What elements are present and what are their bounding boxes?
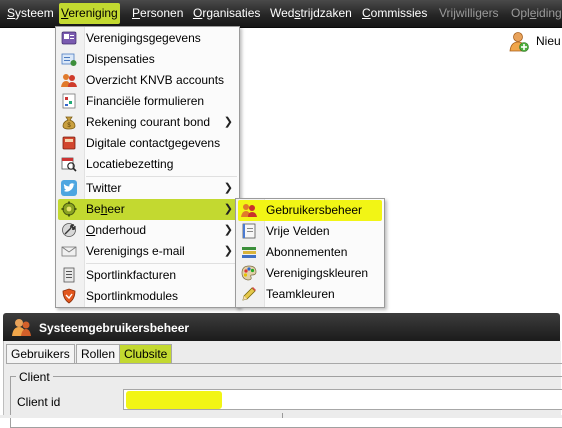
menu-item-twitter[interactable]: Twitter ❯ bbox=[58, 178, 237, 199]
onderhoud-accel: O bbox=[86, 223, 96, 237]
client-group-label: Client bbox=[16, 370, 53, 384]
submenu-arrow-icon: ❯ bbox=[223, 203, 233, 215]
client-id-highlight bbox=[126, 391, 222, 409]
building-card-icon bbox=[61, 31, 77, 45]
users-icon bbox=[241, 204, 257, 217]
menu-item-onderhoud-label: Onderhoud bbox=[86, 220, 146, 241]
menu-item-financiele-formulieren[interactable]: Financiële formulieren bbox=[58, 91, 237, 112]
submenu-arrow-icon: ❯ bbox=[223, 182, 233, 194]
add-user-icon bbox=[509, 32, 529, 52]
menu-organisaties[interactable]: Organisaties bbox=[193, 0, 260, 27]
window-titlebar: Systeemgebruikersbeheer bbox=[3, 313, 560, 341]
menu-item-teamkleuren[interactable]: Teamkleuren bbox=[238, 284, 382, 305]
twitter-icon bbox=[61, 180, 77, 196]
beheer-prefix: Be bbox=[86, 202, 101, 216]
menu-item-knvb-accounts[interactable]: Overzicht KNVB accounts bbox=[58, 70, 237, 91]
window-bottom-tick bbox=[282, 413, 283, 418]
dispensation-icon bbox=[61, 53, 77, 66]
tab-divider bbox=[6, 363, 562, 364]
invoice-icon bbox=[63, 267, 75, 283]
wrench-globe-icon bbox=[62, 223, 76, 237]
menu-item-beheer-label: Beheer bbox=[86, 199, 125, 220]
tab-clubsite[interactable]: Clubsite bbox=[119, 344, 173, 364]
tab-rollen[interactable]: Rollen bbox=[76, 344, 121, 364]
menu-item-digitale-contactgegevens[interactable]: Digitale contactgegevens bbox=[58, 133, 237, 154]
form-icon bbox=[62, 93, 76, 109]
beheer-submenu: Gebruikersbeheer Vrije Velden Abonnement… bbox=[235, 198, 385, 308]
menu-item-vrije-velden[interactable]: Vrije Velden bbox=[238, 221, 382, 242]
address-book-icon bbox=[62, 136, 76, 150]
menu-commissies[interactable]: Commissies bbox=[362, 0, 427, 27]
money-bag-icon: $ bbox=[62, 116, 76, 130]
calendar-search-icon bbox=[61, 157, 77, 172]
menu-vrijwilligers[interactable]: Vrijwilligers bbox=[439, 0, 499, 27]
menu-personen[interactable]: Personen bbox=[132, 0, 183, 27]
people-icon bbox=[61, 74, 77, 87]
menu-wedstrijdzaken[interactable]: Wedstrijdzaken bbox=[270, 0, 352, 27]
menu-separator bbox=[86, 263, 237, 264]
menu-separator bbox=[86, 176, 237, 177]
submenu-arrow-icon: ❯ bbox=[223, 116, 233, 128]
palette-icon bbox=[241, 265, 257, 281]
menu-item-gebruikersbeheer[interactable]: Gebruikersbeheer bbox=[238, 200, 382, 221]
client-id-label: Client id bbox=[17, 395, 61, 409]
window-title: Systeemgebruikersbeheer bbox=[39, 321, 190, 335]
onderhoud-rest: nderhoud bbox=[95, 223, 147, 237]
notebook-icon bbox=[242, 223, 256, 239]
menu-item-sportlinkfacturen[interactable]: Sportlinkfacturen bbox=[58, 265, 237, 286]
tab-gebruikers[interactable]: Gebruikers bbox=[6, 344, 75, 364]
envelope-icon bbox=[61, 246, 77, 257]
shield-icon bbox=[62, 288, 76, 304]
menu-item-verenigings-email[interactable]: Verenigings e-mail ❯ bbox=[58, 241, 237, 262]
users-icon bbox=[12, 319, 31, 336]
menu-opleidingen[interactable]: Opleiding bbox=[511, 0, 562, 27]
pencil-icon bbox=[242, 287, 256, 301]
menu-item-locatiebezetting[interactable]: Locatiebezetting bbox=[58, 154, 237, 175]
menu-item-verenigingskleuren[interactable]: Verenigingskleuren bbox=[238, 263, 382, 284]
menu-systeem[interactable]: Systeem bbox=[7, 0, 54, 27]
menu-item-verenigingsgegevens[interactable]: Verenigingsgegevens bbox=[58, 28, 237, 49]
submenu-arrow-icon: ❯ bbox=[223, 245, 233, 257]
submenu-arrow-icon: ❯ bbox=[223, 224, 233, 236]
menu-item-rekening-courant-bond[interactable]: $ Rekening courant bond ❯ bbox=[58, 112, 237, 133]
books-icon bbox=[242, 247, 256, 258]
main-menubar: Systeem Vereniging Personen Organisaties… bbox=[0, 0, 562, 28]
menu-item-onderhoud[interactable]: Onderhoud ❯ bbox=[58, 220, 237, 241]
menu-item-dispensaties[interactable]: Dispensaties bbox=[58, 49, 237, 70]
menu-item-beheer[interactable]: Beheer ❯ bbox=[58, 199, 237, 220]
menu-vereniging[interactable]: Vereniging bbox=[59, 3, 120, 24]
vereniging-dropdown: Verenigingsgegevens Dispensaties Overzic… bbox=[55, 26, 240, 308]
gear-icon bbox=[61, 201, 77, 217]
menu-item-sportlinkmodules[interactable]: Sportlinkmodules bbox=[58, 286, 237, 307]
beheer-suffix: eer bbox=[107, 202, 125, 216]
menu-item-abonnementen[interactable]: Abonnementen bbox=[238, 242, 382, 263]
